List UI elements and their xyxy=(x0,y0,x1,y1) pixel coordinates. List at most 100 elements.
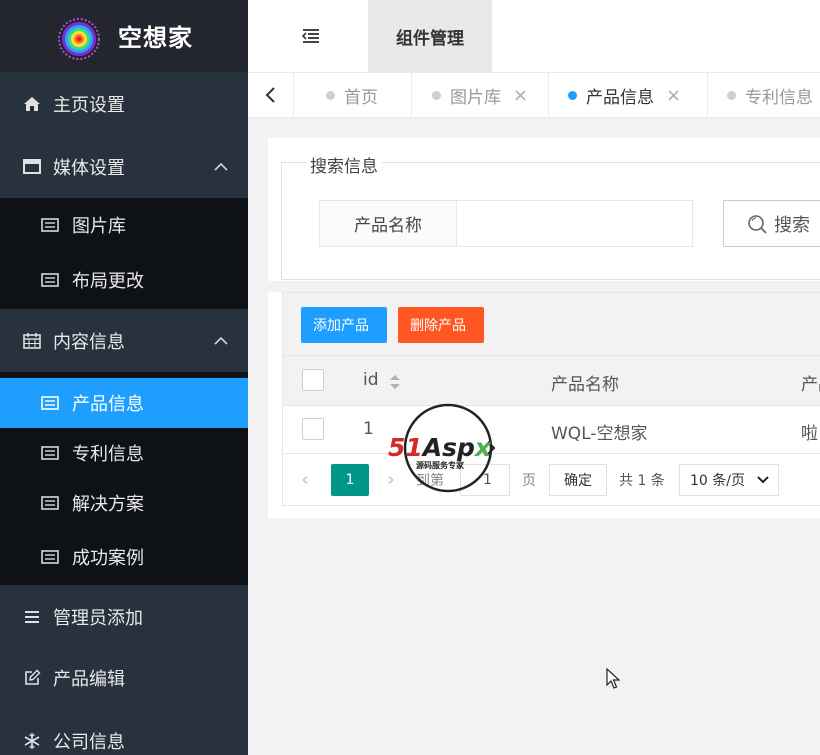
current-page[interactable]: 1 xyxy=(331,464,369,496)
sidebar-item-image-library[interactable]: 图片库 xyxy=(0,198,248,251)
row-checkbox[interactable] xyxy=(302,418,324,440)
sidebar-item-solutions[interactable]: 解决方案 xyxy=(0,478,248,528)
tab-dot xyxy=(432,90,441,100)
tab-dot xyxy=(326,90,335,100)
mouse-cursor-icon xyxy=(606,668,620,689)
list-icon xyxy=(40,547,60,567)
tab-label: 首页 xyxy=(344,87,378,108)
tab-image-library[interactable]: 图片库 × xyxy=(412,73,549,117)
prev-page-icon[interactable]: ‹ xyxy=(301,467,309,491)
sidebar-item-label: 媒体设置 xyxy=(53,157,125,179)
close-icon[interactable]: × xyxy=(666,85,681,106)
sidebar-item-label: 公司信息 xyxy=(53,731,125,753)
product-name-label: 产品名称 xyxy=(319,200,457,247)
logo-icon xyxy=(58,18,100,60)
select-all-checkbox[interactable] xyxy=(302,369,324,391)
sidebar-item-label: 管理员添加 xyxy=(53,607,143,629)
table-row[interactable]: 1 WQL-空想家 啦 xyxy=(282,406,820,454)
search-button-label: 搜索 xyxy=(774,214,810,236)
sidebar-item-label: 内容信息 xyxy=(53,331,125,353)
table-header: id 产品名称 产品 xyxy=(282,356,820,406)
sidebar-item-label: 产品信息 xyxy=(72,394,144,415)
edit-icon xyxy=(22,668,42,688)
header-tab-component-management[interactable]: 组件管理 xyxy=(368,0,492,72)
sidebar-item-label: 图片库 xyxy=(72,215,126,237)
watermark-brand-asp: Asp xyxy=(421,433,475,462)
sidebar-item-company-info[interactable]: 公司信息 xyxy=(0,709,248,755)
list-icon xyxy=(40,443,60,463)
tabs-prev-button[interactable] xyxy=(248,73,294,117)
list-icon xyxy=(40,493,60,513)
sidebar-item-product-edit[interactable]: 产品编辑 xyxy=(0,646,248,709)
tab-patent-info[interactable]: 专利信息 xyxy=(708,73,820,117)
chevron-left-icon xyxy=(265,87,275,103)
table-toolbar: 添加产品 删除产品 xyxy=(282,292,820,356)
column-header-product-extra: 产品 xyxy=(801,375,820,395)
total-count: 共 1 条 xyxy=(619,473,665,489)
sidebar-item-patent-info[interactable]: 专利信息 xyxy=(0,428,248,478)
row-product-name: WQL-空想家 xyxy=(551,424,648,444)
chevron-down-icon xyxy=(757,476,769,484)
tab-label: 专利信息 xyxy=(745,87,813,108)
snowflake-icon xyxy=(22,731,42,751)
watermark-brand: 51Aspx xyxy=(388,433,492,462)
tab-dot xyxy=(568,90,577,100)
sidebar-item-admin-add[interactable]: 管理员添加 xyxy=(0,585,248,648)
watermark-brand-x: x xyxy=(473,433,492,462)
sidebar-item-product-info[interactable]: 产品信息 xyxy=(0,378,248,428)
brand-name: 空想家 xyxy=(118,24,193,52)
sidebar-item-label: 主页设置 xyxy=(53,94,125,116)
sidebar-item-label: 布局更改 xyxy=(72,271,144,292)
sidebar-item-layout-change[interactable]: 布局更改 xyxy=(0,251,248,309)
product-name-input[interactable] xyxy=(456,200,693,247)
top-header: 组件管理 xyxy=(248,0,820,72)
confirm-page-button[interactable]: 确定 xyxy=(549,464,607,496)
menu-icon xyxy=(22,607,42,627)
search-panel: 搜索信息 产品名称 搜索 xyxy=(268,138,820,281)
product-table-card: 添加产品 删除产品 id 产品名称 产品 1 WQL-空想家 啦 ‹ 1 › 到… xyxy=(268,292,820,518)
pagination: ‹ 1 › 到第 1 页 确定 共 1 条 10 条/页 xyxy=(282,454,820,506)
sidebar-item-success-cases[interactable]: 成功案例 xyxy=(0,528,248,585)
tab-dot xyxy=(727,90,736,100)
row-id: 1 xyxy=(363,419,374,439)
tab-label: 产品信息 xyxy=(586,87,654,108)
watermark-brand-51: 51 xyxy=(388,433,423,462)
tab-label: 图片库 xyxy=(450,87,501,108)
chevron-up-icon xyxy=(214,336,228,345)
page-size-value: 10 条/页 xyxy=(690,473,745,489)
tab-home[interactable]: 首页 xyxy=(294,73,412,117)
sidebar-item-home-settings[interactable]: 主页设置 xyxy=(0,72,248,135)
sort-icon[interactable] xyxy=(389,373,401,391)
sidebar-item-content-info[interactable]: 内容信息 xyxy=(0,309,248,372)
sidebar-item-label: 产品编辑 xyxy=(53,668,125,690)
tab-product-info[interactable]: 产品信息 × xyxy=(549,73,708,117)
watermark-tagline: 源码服务专家 xyxy=(416,460,465,470)
sidebar-item-label: 解决方案 xyxy=(72,494,144,515)
search-icon xyxy=(748,214,767,234)
home-icon xyxy=(22,94,42,114)
column-header-id[interactable]: id xyxy=(363,370,379,390)
page-size-select[interactable]: 10 条/页 xyxy=(679,464,779,496)
list-icon xyxy=(40,215,60,235)
page-unit: 页 xyxy=(522,473,536,489)
list-icon xyxy=(40,270,60,290)
column-header-product-name: 产品名称 xyxy=(551,375,619,395)
search-button[interactable]: 搜索 xyxy=(723,200,820,247)
sidebar-item-label: 专利信息 xyxy=(72,444,144,465)
list-icon xyxy=(40,393,60,413)
delete-product-button[interactable]: 删除产品 xyxy=(398,307,484,343)
page-tabs: 首页 图片库 × 产品信息 × 专利信息 xyxy=(248,72,820,118)
search-legend: 搜索信息 xyxy=(306,152,382,177)
chevron-up-icon xyxy=(214,162,228,171)
menu-fold-icon[interactable] xyxy=(298,24,322,48)
window-icon xyxy=(22,157,42,177)
sidebar-item-media-settings[interactable]: 媒体设置 xyxy=(0,135,248,198)
row-product-extra: 啦 xyxy=(801,424,818,444)
watermark-logo: 51Aspx 源码服务专家 xyxy=(388,403,496,493)
sidebar: 空想家 主页设置 媒体设置 图片库 布局更改 内容信息 产品信息 专利信息 解决… xyxy=(0,0,248,755)
sidebar-item-label: 成功案例 xyxy=(72,547,144,569)
brand[interactable]: 空想家 xyxy=(0,0,248,72)
calendar-icon xyxy=(22,331,42,351)
add-product-button[interactable]: 添加产品 xyxy=(301,307,387,343)
close-icon[interactable]: × xyxy=(513,85,528,106)
